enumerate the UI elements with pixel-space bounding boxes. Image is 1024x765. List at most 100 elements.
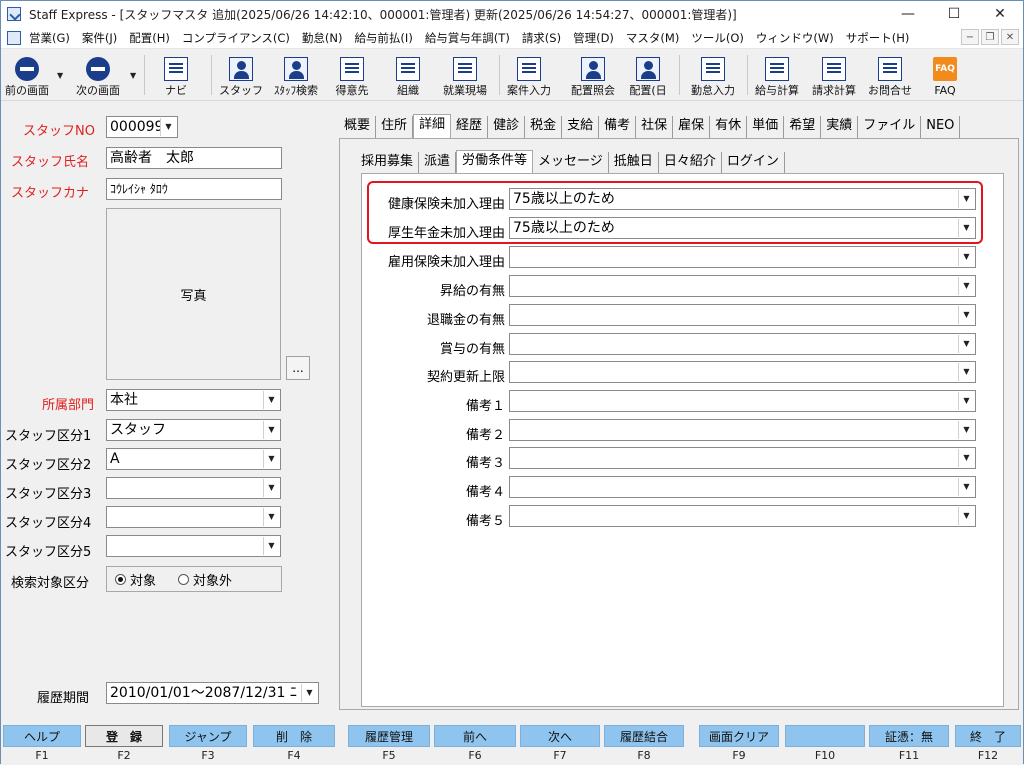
tab-working-conditions[interactable]: 労働条件等 <box>456 150 534 174</box>
chevron-down-icon[interactable]: ▼ <box>958 277 974 295</box>
note2-select[interactable]: ▼ <box>509 419 976 441</box>
retirement-allowance-select[interactable]: ▼ <box>509 304 976 326</box>
chevron-down-icon[interactable]: ▼ <box>57 71 63 80</box>
note3-select[interactable]: ▼ <box>509 447 976 469</box>
menu-compliance[interactable]: コンプライアンス(C) <box>176 30 296 46</box>
note5-select[interactable]: ▼ <box>509 505 976 527</box>
prev-screen-button[interactable]: 前の画面 <box>3 52 51 98</box>
note1-select[interactable]: ▼ <box>509 390 976 412</box>
health-insurance-reason-select[interactable]: 75歳以上のため ▼ <box>509 188 976 210</box>
raise-select[interactable]: ▼ <box>509 275 976 297</box>
register-button[interactable]: 登 録 <box>85 725 163 747</box>
tab-health-check[interactable]: 健診 <box>488 116 526 138</box>
chevron-down-icon[interactable]: ▼ <box>263 479 279 497</box>
document-icon[interactable] <box>7 30 21 45</box>
tab-dispatch[interactable]: 派遣 <box>419 152 457 174</box>
previous-button[interactable]: 前へ <box>434 725 516 747</box>
tab-conflict-date[interactable]: 抵触日 <box>609 152 659 174</box>
exit-button[interactable]: 終 了 <box>955 725 1021 747</box>
staff-category5-select[interactable]: ▼ <box>106 535 281 557</box>
chevron-down-icon[interactable]: ▼ <box>263 421 279 439</box>
next-button[interactable]: 次へ <box>520 725 600 747</box>
history-period-select[interactable]: 2010/01/01～2087/12/31 ﾆ ▼ <box>106 682 319 704</box>
tab-employment-insurance[interactable]: 雇保 <box>673 116 711 138</box>
contact-button[interactable]: お問合せ <box>865 52 915 98</box>
mdi-close-button[interactable]: ✕ <box>1001 29 1019 45</box>
chevron-down-icon[interactable]: ▼ <box>958 421 974 439</box>
staff-name-field[interactable]: 高齢者 太郎 <box>106 147 282 169</box>
billing-calc-button[interactable]: 請求計算 <box>807 52 861 98</box>
staff-search-button[interactable]: ｽﾀｯﾌ検索 <box>269 52 323 98</box>
chevron-down-icon[interactable]: ▼ <box>958 190 974 208</box>
staff-category2-select[interactable]: A ▼ <box>106 448 281 470</box>
next-screen-button[interactable]: 次の画面 <box>71 52 125 98</box>
chevron-down-icon[interactable]: ▼ <box>958 363 974 381</box>
menu-window[interactable]: ウィンドウ(W) <box>750 30 840 46</box>
tab-career[interactable]: 経歴 <box>451 116 489 138</box>
tab-message[interactable]: メッセージ <box>533 152 609 174</box>
menu-attendance[interactable]: 勤怠(N) <box>296 30 349 46</box>
tab-address[interactable]: 住所 <box>376 116 414 138</box>
help-button[interactable]: ヘルプ <box>3 725 81 747</box>
menu-master[interactable]: マスタ(M) <box>620 30 685 46</box>
evidence-button[interactable]: 証憑：無 <box>869 725 949 747</box>
maximize-button[interactable]: ☐ <box>931 1 977 27</box>
salary-calc-button[interactable]: 給与計算 <box>751 52 803 98</box>
chevron-down-icon[interactable]: ▼ <box>958 478 974 496</box>
menu-advance[interactable]: 給与前払(I) <box>348 30 418 46</box>
staff-category1-select[interactable]: スタッフ ▼ <box>106 419 281 441</box>
tab-results[interactable]: 実績 <box>821 116 859 138</box>
jump-button[interactable]: ジャンプ <box>169 725 247 747</box>
history-management-button[interactable]: 履歴管理 <box>348 725 430 747</box>
delete-button[interactable]: 削 除 <box>253 725 335 747</box>
tab-social-insurance[interactable]: 社保 <box>636 116 674 138</box>
staff-category4-select[interactable]: ▼ <box>106 506 281 528</box>
note4-select[interactable]: ▼ <box>509 476 976 498</box>
menu-tools[interactable]: ツール(O) <box>685 30 750 46</box>
tab-preference[interactable]: 希望 <box>784 116 822 138</box>
staff-button[interactable]: スタッフ <box>219 52 263 98</box>
pension-reason-select[interactable]: 75歳以上のため ▼ <box>509 217 976 239</box>
attendance-input-button[interactable]: 勤怠入力 <box>685 52 741 98</box>
chevron-down-icon[interactable]: ▼ <box>958 449 974 467</box>
chevron-down-icon[interactable]: ▼ <box>958 392 974 410</box>
chevron-down-icon[interactable]: ▼ <box>958 306 974 324</box>
chevron-down-icon[interactable]: ▼ <box>263 508 279 526</box>
menu-billing[interactable]: 請求(S) <box>516 30 567 46</box>
work-site-button[interactable]: 就業現場 <box>437 52 493 98</box>
close-button[interactable]: ✕ <box>977 1 1023 27</box>
tab-overview[interactable]: 概要 <box>339 116 377 138</box>
chevron-down-icon[interactable]: ▼ <box>958 335 974 353</box>
tab-unit-price[interactable]: 単価 <box>747 116 785 138</box>
chevron-down-icon[interactable]: ▼ <box>263 391 279 409</box>
staff-kana-field[interactable]: ｺｳﾚｲｼｬ ﾀﾛｳ <box>106 178 282 200</box>
tab-daily-referral[interactable]: 日々紹介 <box>659 152 722 174</box>
chevron-down-icon[interactable]: ▼ <box>958 248 974 266</box>
staff-category3-select[interactable]: ▼ <box>106 477 281 499</box>
employment-insurance-reason-select[interactable]: ▼ <box>509 246 976 268</box>
contract-renewal-limit-select[interactable]: ▼ <box>509 361 976 383</box>
search-excluded-radio[interactable]: 対象外 <box>178 570 232 589</box>
tab-notes[interactable]: 備考 <box>599 116 637 138</box>
job-input-button[interactable]: 案件入力 <box>503 52 555 98</box>
menu-support[interactable]: サポート(H) <box>840 30 916 46</box>
tab-neo[interactable]: NEO <box>921 116 961 138</box>
tab-login[interactable]: ログイン <box>722 152 785 174</box>
tab-recruitment[interactable]: 採用募集 <box>356 152 420 174</box>
chevron-down-icon[interactable]: ▼ <box>160 118 176 136</box>
tab-payment[interactable]: 支給 <box>562 116 600 138</box>
menu-sales[interactable]: 営業(G) <box>23 30 76 46</box>
menu-payroll[interactable]: 給与賞与年調(T) <box>419 30 516 46</box>
chevron-down-icon[interactable]: ▼ <box>263 450 279 468</box>
placement-daily-button[interactable]: 配置(日 <box>625 52 671 98</box>
faq-button[interactable]: FAQ FAQ <box>925 52 965 98</box>
tab-tax[interactable]: 税金 <box>525 116 563 138</box>
mdi-restore-button[interactable]: ❐ <box>981 29 999 45</box>
tab-paid-leave[interactable]: 有休 <box>710 116 748 138</box>
client-button[interactable]: 得意先 <box>329 52 375 98</box>
chevron-down-icon[interactable]: ▼ <box>130 71 136 80</box>
history-merge-button[interactable]: 履歴結合 <box>604 725 684 747</box>
dept-select[interactable]: 本社 ▼ <box>106 389 281 411</box>
chevron-down-icon[interactable]: ▼ <box>301 684 317 702</box>
tab-details[interactable]: 詳細 <box>413 114 452 138</box>
